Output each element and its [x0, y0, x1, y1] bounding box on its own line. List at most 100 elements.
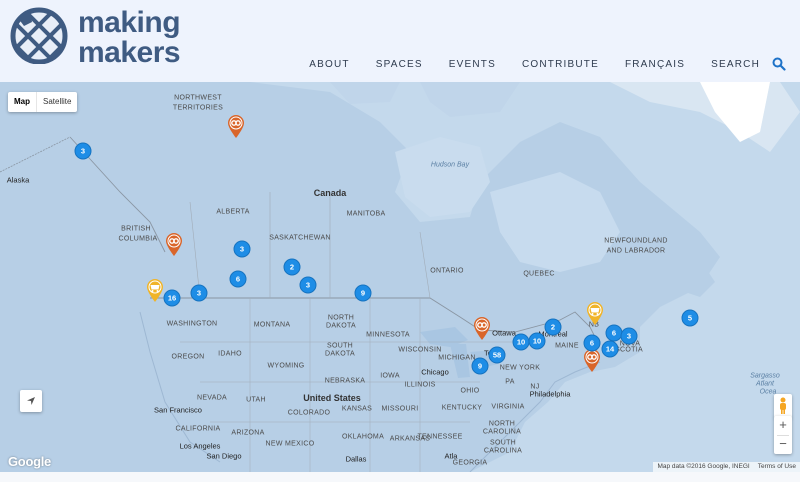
- map-label: ARIZONA: [231, 429, 265, 437]
- map-label: BRITISH: [121, 225, 151, 233]
- map-label: COLORADO: [287, 409, 331, 417]
- map-cluster-marker[interactable]: 2: [544, 318, 562, 336]
- map-label: MANITOBA: [346, 210, 386, 218]
- google-logo: Google: [8, 454, 51, 469]
- map-label: OREGON: [171, 353, 205, 361]
- makerspace-pin-icon[interactable]: [226, 113, 246, 139]
- map-label: PA: [505, 378, 515, 386]
- search-icon[interactable]: [772, 57, 786, 71]
- map-label: ONTARIO: [430, 267, 464, 275]
- map-label: Atla: [444, 451, 458, 461]
- map-cluster-marker[interactable]: 3: [299, 276, 317, 294]
- map-type-satellite-button[interactable]: Satellite: [37, 92, 77, 112]
- nav-events[interactable]: EVENTS: [449, 59, 496, 70]
- map-label: OHIO: [460, 387, 480, 395]
- map-label: MINNESOTA: [366, 331, 410, 339]
- map-label: Chicago: [421, 367, 449, 377]
- map-cluster-marker[interactable]: 10: [528, 332, 546, 350]
- map-label: NEWFOUNDLAND: [604, 237, 668, 245]
- map-label: NEBRASKA: [324, 377, 366, 385]
- pegman-icon: [780, 397, 786, 414]
- map-label: SASKATCHEWAN: [269, 234, 331, 242]
- page-footer-strip: [0, 472, 800, 482]
- terms-of-use-link[interactable]: Terms of Use: [754, 462, 800, 472]
- map-type-control: Map Satellite: [8, 92, 78, 112]
- map-label: KANSAS: [341, 405, 373, 413]
- map-label: Los Angeles: [179, 441, 221, 451]
- map-label: SCOTIA: [615, 346, 643, 354]
- map-cluster-marker[interactable]: 3: [620, 327, 638, 345]
- map-label: NORTHWEST: [174, 94, 222, 102]
- map-label: CAROLINA: [483, 447, 523, 455]
- site-header: making makers ABOUT SPACES EVENTS CONTRI…: [0, 0, 800, 82]
- map-label: NORTH: [488, 420, 516, 428]
- my-location-button[interactable]: [20, 390, 42, 412]
- map-label: MAINE: [555, 342, 579, 350]
- map-basemap: [0, 82, 800, 472]
- map-label: NEW MEXICO: [265, 440, 315, 448]
- globe-logo-icon: [10, 7, 68, 65]
- map-label: WISCONSIN: [398, 346, 442, 354]
- zoom-control: + −: [774, 416, 792, 454]
- nav-francais[interactable]: FRANÇAIS: [625, 59, 685, 70]
- map-label: San Diego: [206, 451, 242, 461]
- map-cluster-marker[interactable]: 5: [681, 309, 699, 327]
- makerspace-pin-icon[interactable]: [472, 315, 492, 341]
- map-label: SOUTH: [327, 342, 353, 350]
- map-label: Atlant: [756, 380, 774, 388]
- map-cluster-marker[interactable]: 10: [512, 333, 530, 351]
- map-cluster-marker[interactable]: 16: [163, 289, 181, 307]
- nav-search[interactable]: SEARCH: [711, 59, 760, 70]
- map-label: MONTANA: [253, 321, 291, 329]
- location-arrow-icon: [27, 397, 35, 405]
- map-cluster-marker[interactable]: 3: [190, 284, 208, 302]
- map-canvas[interactable]: NORTHWEST TERRITORIES Hudson Bay Canada ALBE…: [0, 82, 800, 472]
- map-label: SOUTH: [490, 439, 516, 447]
- map-label: Sargasso: [750, 372, 780, 380]
- map-label: DAKOTA: [325, 322, 357, 330]
- map-label: ALBERTA: [216, 208, 250, 216]
- map-cluster-marker[interactable]: 2: [283, 258, 301, 276]
- map-label: Hudson Bay: [430, 161, 470, 169]
- map-attribution: Map data ©2016 Google, INEGI Terms of Us…: [653, 462, 800, 472]
- map-label: IDAHO: [218, 350, 242, 358]
- zoom-out-button[interactable]: −: [774, 435, 792, 454]
- nav-about[interactable]: ABOUT: [309, 59, 349, 70]
- main-nav: ABOUT SPACES EVENTS CONTRIBUTE FRANÇAIS …: [309, 57, 786, 71]
- logo-line-1: making: [78, 6, 181, 39]
- map-label: ILLINOIS: [404, 381, 436, 389]
- map-label: QUEBEC: [523, 270, 555, 278]
- map-label: MICHIGAN: [438, 354, 476, 362]
- street-view-button[interactable]: [774, 394, 792, 418]
- map-label: WASHINGTON: [166, 320, 218, 328]
- map-label: OKLAHOMA: [341, 433, 385, 441]
- map-cluster-marker[interactable]: 3: [74, 142, 92, 160]
- map-label: Ottawa: [492, 328, 516, 338]
- map-cluster-marker[interactable]: 3: [233, 240, 251, 258]
- makerspace-pin-icon[interactable]: [164, 231, 184, 257]
- map-label: AND LABRADOR: [606, 247, 666, 255]
- map-label: VIRGINIA: [491, 403, 525, 411]
- map-cluster-marker[interactable]: 6: [583, 334, 601, 352]
- shop-pin-icon[interactable]: [145, 277, 165, 303]
- map-label: NEW YORK: [499, 364, 541, 372]
- map-label: WYOMING: [267, 362, 305, 370]
- map-label: UTAH: [246, 396, 266, 404]
- nav-contribute[interactable]: CONTRIBUTE: [522, 59, 599, 70]
- map-cluster-marker[interactable]: 9: [354, 284, 372, 302]
- map-cluster-marker[interactable]: 14: [601, 340, 619, 358]
- map-label: CALIFORNIA: [175, 425, 221, 433]
- shop-pin-icon[interactable]: [585, 300, 605, 326]
- map-type-map-button[interactable]: Map: [8, 92, 37, 112]
- nav-spaces[interactable]: SPACES: [376, 59, 423, 70]
- map-cluster-marker[interactable]: 58: [488, 346, 506, 364]
- site-logo[interactable]: making makers: [10, 6, 181, 76]
- map-label: GEORGIA: [452, 459, 488, 467]
- map-label: Dallas: [345, 454, 367, 464]
- map-label: NEVADA: [196, 394, 228, 402]
- map-cluster-marker[interactable]: 6: [229, 270, 247, 288]
- zoom-in-button[interactable]: +: [774, 416, 792, 435]
- map-label: NORTH: [327, 314, 355, 322]
- map-cluster-marker[interactable]: 9: [471, 357, 489, 375]
- map-label: KENTUCKY: [441, 404, 483, 412]
